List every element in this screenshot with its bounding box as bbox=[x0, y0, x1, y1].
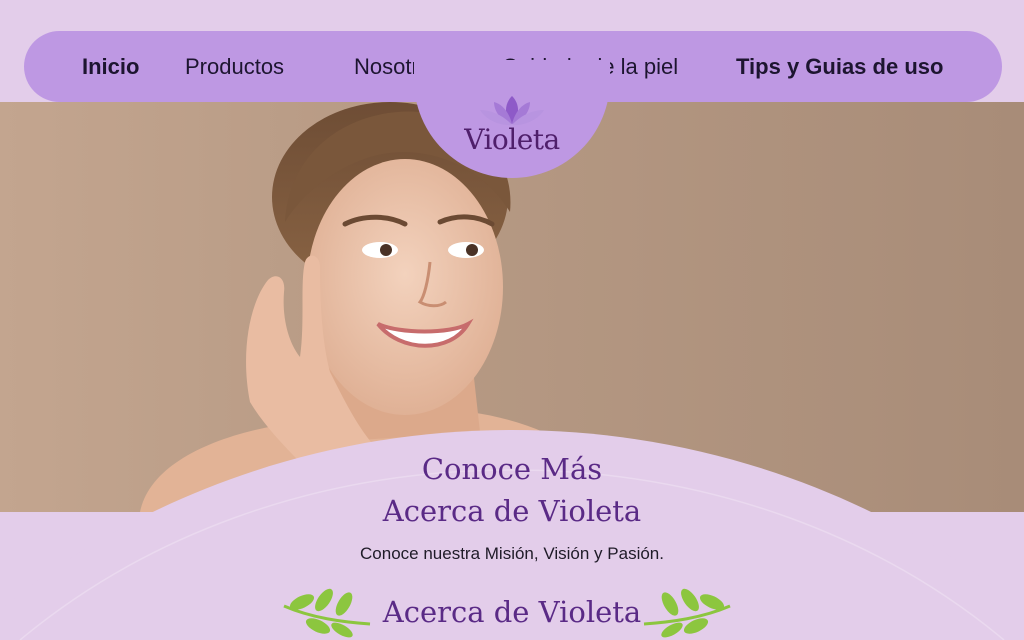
about-subtitle: Conoce nuestra Misión, Visión y Pasión. bbox=[360, 544, 664, 563]
logo-wordmark: Violeta bbox=[464, 123, 560, 156]
about-heading-line-1: Conoce Más bbox=[421, 452, 603, 486]
section-title-acerca: Acerca de Violeta bbox=[382, 595, 642, 629]
nav-item-tips-y-guias[interactable]: Tips y Guias de uso bbox=[736, 31, 943, 102]
about-heading-line-2: Acerca de Violeta bbox=[382, 494, 642, 528]
leaf-branch-icon bbox=[643, 588, 731, 638]
nav-item-inicio[interactable]: Inicio bbox=[82, 31, 139, 102]
nav-item-productos[interactable]: Productos bbox=[185, 31, 284, 102]
